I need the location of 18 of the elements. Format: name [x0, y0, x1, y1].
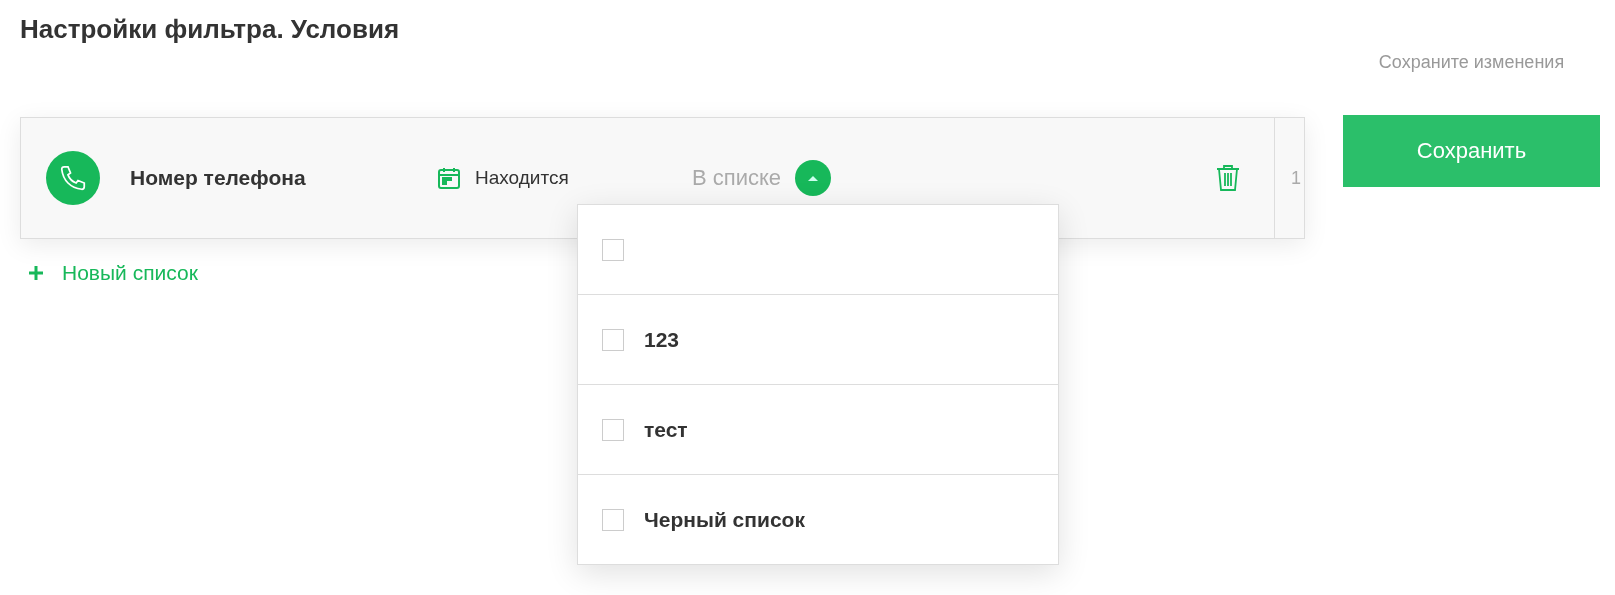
- trash-icon[interactable]: [1216, 164, 1240, 192]
- phone-icon: [46, 151, 100, 205]
- option-label[interactable]: тест: [644, 417, 688, 442]
- checkbox[interactable]: [602, 418, 624, 441]
- page-title: Настройки фильтра. Условия: [20, 14, 401, 46]
- dropdown-toggle[interactable]: [795, 160, 832, 196]
- calendar-icon: [437, 166, 461, 190]
- condition-index: 1: [1291, 167, 1301, 189]
- option-label[interactable]: 123: [644, 327, 680, 352]
- caret-up-icon: [807, 174, 820, 182]
- checkbox[interactable]: [602, 328, 624, 351]
- plus-icon: [28, 265, 44, 281]
- checkbox[interactable]: [602, 238, 624, 261]
- save-hint: Сохраните изменения: [1377, 52, 1566, 73]
- option-label[interactable]: Черный список: [644, 507, 805, 532]
- checkbox[interactable]: [602, 508, 624, 531]
- field-name: Номер телефона: [130, 166, 307, 190]
- operator-label[interactable]: Находится: [475, 167, 569, 189]
